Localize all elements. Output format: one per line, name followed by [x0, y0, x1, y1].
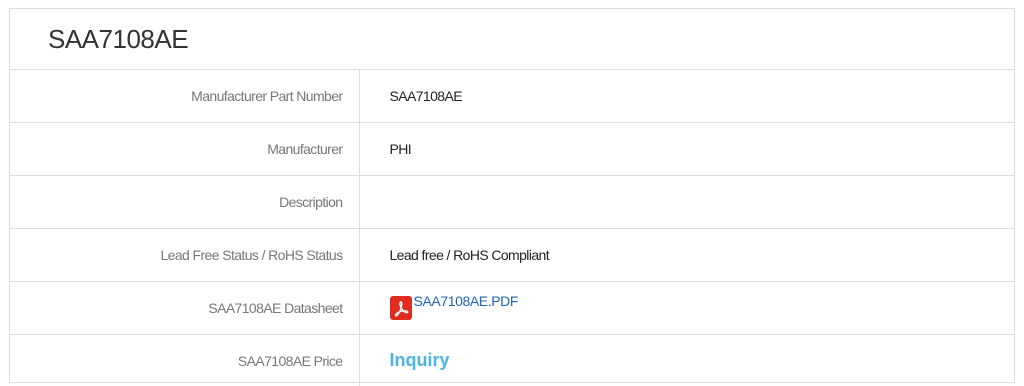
table-row: SAA7108AE Price Inquiry — [10, 335, 1014, 386]
table-row: Description — [10, 176, 1014, 229]
inquiry-link[interactable]: Inquiry — [390, 350, 450, 370]
table-row: Manufacturer PHI — [10, 123, 1014, 176]
row-label-part-number: Manufacturer Part Number — [10, 70, 359, 123]
pdf-icon — [390, 296, 412, 320]
datasheet-link[interactable]: SAA7108AE.PDF — [390, 294, 519, 320]
row-value-datasheet: SAA7108AE.PDF — [359, 282, 1014, 335]
row-label-manufacturer: Manufacturer — [10, 123, 359, 176]
row-value-price: Inquiry — [359, 335, 1014, 386]
row-value-description — [359, 176, 1014, 229]
table-row: Manufacturer Part Number SAA7108AE — [10, 70, 1014, 123]
page-title: SAA7108AE — [10, 9, 1014, 70]
row-label-description: Description — [10, 176, 359, 229]
row-label-datasheet: SAA7108AE Datasheet — [10, 282, 359, 335]
table-row: Lead Free Status / RoHS Status Lead free… — [10, 229, 1014, 282]
row-value-rohs-status: Lead free / RoHS Compliant — [359, 229, 1014, 282]
row-value-part-number: SAA7108AE — [359, 70, 1014, 123]
row-label-price: SAA7108AE Price — [10, 335, 359, 386]
row-value-manufacturer: PHI — [359, 123, 1014, 176]
product-panel: SAA7108AE Manufacturer Part Number SAA71… — [9, 8, 1015, 383]
spec-table: Manufacturer Part Number SAA7108AE Manuf… — [10, 70, 1014, 386]
row-label-rohs-status: Lead Free Status / RoHS Status — [10, 229, 359, 282]
datasheet-filename: SAA7108AE.PDF — [414, 292, 519, 310]
table-row: SAA7108AE Datasheet SAA7108AE.PDF — [10, 282, 1014, 335]
